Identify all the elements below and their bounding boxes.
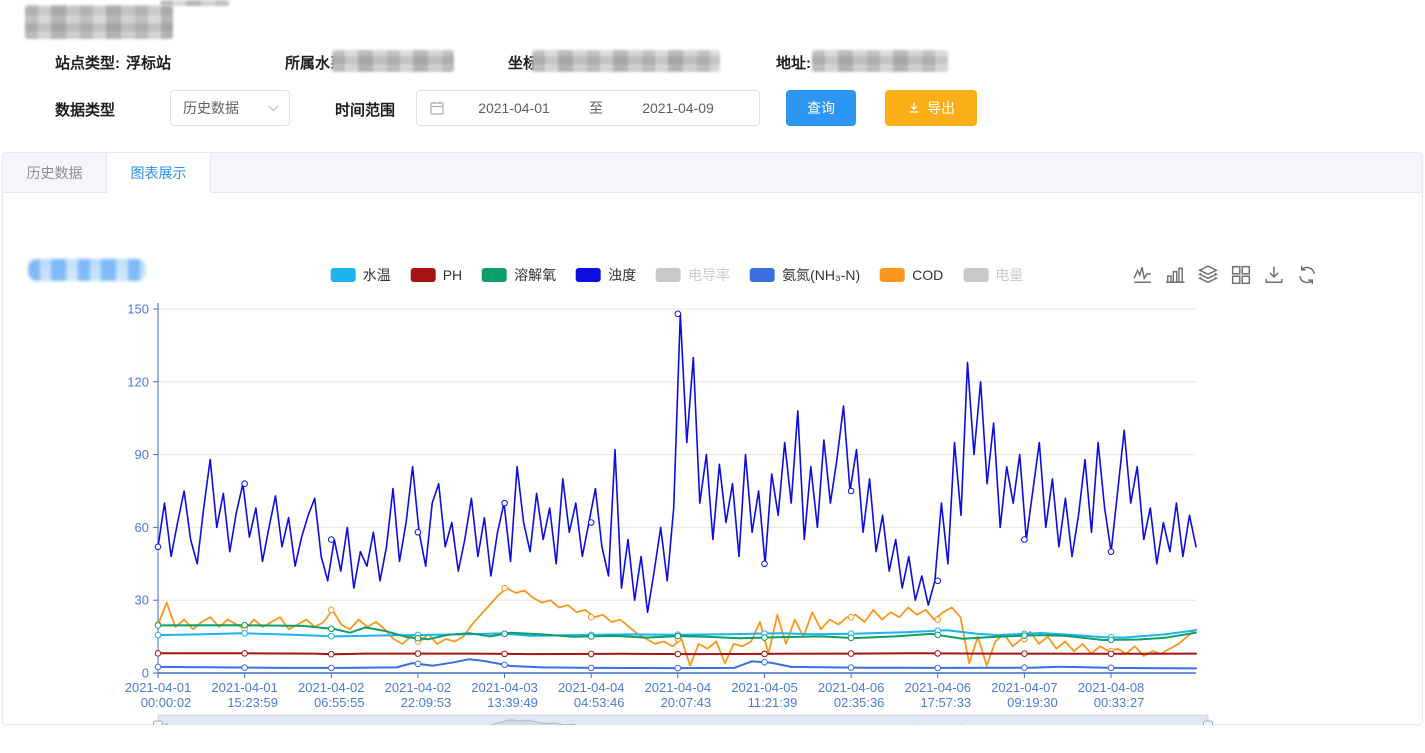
svg-text:15:23:59: 15:23:59 xyxy=(227,695,278,710)
svg-text:13:39:49: 13:39:49 xyxy=(487,695,538,710)
chart-area: 水温PH溶解氧浊度电导率氨氮(NH₃-N)COD电量 0306090120150… xyxy=(3,193,1422,725)
svg-text:2021-04-05: 2021-04-05 xyxy=(731,680,798,695)
chart-canvas[interactable]: 03060901201502021-04-0100:00:022021-04-0… xyxy=(3,271,1425,725)
svg-text:2021-04-01: 2021-04-01 xyxy=(211,680,278,695)
export-button[interactable]: 导出 xyxy=(885,90,977,126)
tab-chart-display[interactable]: 图表展示 xyxy=(107,153,211,193)
query-button-label: 查询 xyxy=(807,98,835,118)
station-name-blur xyxy=(25,5,173,39)
tab-bar: 历史数据 图表展示 xyxy=(3,153,1422,193)
svg-text:02:35:36: 02:35:36 xyxy=(834,695,885,710)
svg-text:00:33:27: 00:33:27 xyxy=(1094,695,1145,710)
station-type-label: 站点类型: xyxy=(55,52,120,73)
svg-text:00:00:02: 00:00:02 xyxy=(141,695,192,710)
svg-text:2021-04-06: 2021-04-06 xyxy=(905,680,972,695)
svg-text:20:07:43: 20:07:43 xyxy=(661,695,712,710)
svg-text:2021-04-08: 2021-04-08 xyxy=(1078,680,1145,695)
series-line-浊度[interactable] xyxy=(158,314,1196,612)
address-value-blur xyxy=(812,50,948,72)
export-download-icon xyxy=(907,101,921,115)
svg-text:90: 90 xyxy=(135,447,149,462)
address-label: 地址: xyxy=(776,52,811,73)
datazoom-handle-left[interactable] xyxy=(154,721,163,725)
station-type-field: 站点类型: 浮标站 xyxy=(55,52,171,73)
date-range-input[interactable]: 2021-04-01 至 2021-04-09 xyxy=(416,90,760,126)
time-range-label: 时间范围 xyxy=(335,99,395,120)
svg-text:2021-04-03: 2021-04-03 xyxy=(471,680,538,695)
data-type-select[interactable]: 历史数据 xyxy=(170,90,290,126)
station-type-value: 浮标站 xyxy=(126,52,171,73)
content-panel: 历史数据 图表展示 水温PH溶解氧浊度电导率氨氮(NH₃-N)COD电量 030… xyxy=(2,152,1423,725)
date-end-value[interactable]: 2021-04-09 xyxy=(609,100,747,116)
svg-text:11:21:39: 11:21:39 xyxy=(748,695,798,710)
page-root: { "header": { "station_type_label": "站点类… xyxy=(0,0,1425,753)
svg-text:22:09:53: 22:09:53 xyxy=(401,695,452,710)
coordinate-value-blur xyxy=(532,50,720,72)
chevron-down-icon xyxy=(268,105,279,112)
svg-text:2021-04-04: 2021-04-04 xyxy=(558,680,625,695)
tab-history-data[interactable]: 历史数据 xyxy=(3,153,107,193)
svg-text:2021-04-01: 2021-04-01 xyxy=(125,680,192,695)
svg-text:06:55:55: 06:55:55 xyxy=(314,695,365,710)
datazoom-handle-right[interactable] xyxy=(1204,721,1213,725)
svg-text:2021-04-04: 2021-04-04 xyxy=(645,680,712,695)
svg-text:2021-04-07: 2021-04-07 xyxy=(991,680,1058,695)
svg-text:17:57:33: 17:57:33 xyxy=(920,695,971,710)
water-system-value-blur xyxy=(332,50,454,72)
date-start-value[interactable]: 2021-04-01 xyxy=(445,100,583,116)
svg-text:2021-04-06: 2021-04-06 xyxy=(818,680,885,695)
svg-text:2021-04-02: 2021-04-02 xyxy=(298,680,365,695)
export-button-label: 导出 xyxy=(927,98,955,118)
date-range-separator: 至 xyxy=(583,98,609,118)
calendar-icon xyxy=(429,100,445,116)
svg-text:2021-04-02: 2021-04-02 xyxy=(385,680,452,695)
svg-text:150: 150 xyxy=(127,302,149,317)
svg-text:60: 60 xyxy=(135,520,149,535)
svg-text:09:19:30: 09:19:30 xyxy=(1007,695,1058,710)
svg-text:04:53:46: 04:53:46 xyxy=(574,695,625,710)
svg-text:120: 120 xyxy=(127,374,149,389)
svg-text:0: 0 xyxy=(142,666,149,681)
svg-text:30: 30 xyxy=(135,593,149,608)
data-type-label: 数据类型 xyxy=(55,99,115,120)
query-button[interactable]: 查询 xyxy=(786,90,856,126)
data-type-selected-value: 历史数据 xyxy=(183,98,239,118)
